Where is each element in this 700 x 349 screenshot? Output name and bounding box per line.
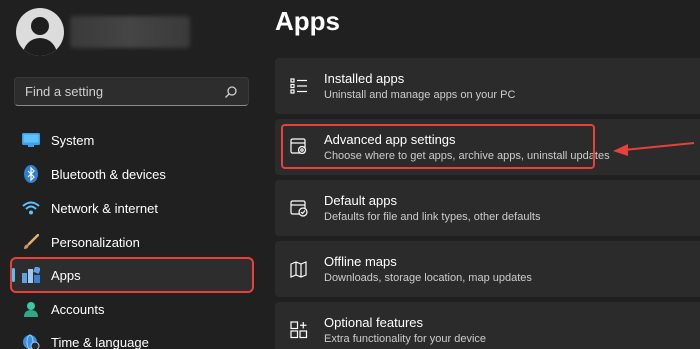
annotation-arrow-icon <box>613 142 695 156</box>
brush-icon <box>22 233 40 251</box>
card-text: Offline maps Downloads, storage location… <box>324 254 532 284</box>
sidebar-item-apps[interactable]: Apps <box>10 257 254 293</box>
sidebar-item-accounts[interactable]: Accounts <box>12 293 252 325</box>
card-text: Default apps Defaults for file and link … <box>324 193 540 223</box>
add-grid-icon <box>289 320 309 340</box>
annotation-highlight-box <box>281 124 595 169</box>
sidebar-item-label: Accounts <box>51 301 105 317</box>
default-apps-icon <box>289 198 309 218</box>
sidebar: System Bluetooth & devices Network & int… <box>0 0 262 349</box>
sidebar-item-label: Apps <box>51 267 81 283</box>
card-title: Default apps <box>324 193 397 208</box>
avatar-body-shape <box>23 38 57 56</box>
list-icon <box>289 76 309 96</box>
card-subtitle: Uninstall and manage apps on your PC <box>324 89 516 101</box>
map-icon <box>289 259 309 279</box>
card-text: Optional features Extra functionality fo… <box>324 315 486 345</box>
card-subtitle: Downloads, storage location, map updates <box>324 272 532 284</box>
search-input[interactable] <box>25 84 224 99</box>
sidebar-item-label: Network & internet <box>51 200 158 216</box>
card-subtitle: Extra functionality for your device <box>324 333 487 345</box>
card-optional-features[interactable]: Optional features Extra functionality fo… <box>275 302 700 349</box>
card-title: Offline maps <box>324 254 397 269</box>
card-offline-maps[interactable]: Offline maps Downloads, storage location… <box>275 241 700 297</box>
person-icon <box>22 300 40 318</box>
card-installed-apps[interactable]: Installed apps Uninstall and manage apps… <box>275 58 700 114</box>
sidebar-item-time-language[interactable]: Time & language <box>12 326 252 349</box>
card-title: Optional features <box>324 315 424 330</box>
sidebar-item-bluetooth-devices[interactable]: Bluetooth & devices <box>12 158 252 190</box>
search-icon[interactable] <box>224 85 238 99</box>
globe-clock-icon <box>22 333 40 349</box>
settings-window: System Bluetooth & devices Network & int… <box>0 0 700 349</box>
apps-icon <box>22 266 40 284</box>
sidebar-item-label: Time & language <box>51 334 149 349</box>
sidebar-item-label: Personalization <box>51 234 140 250</box>
wifi-icon <box>22 199 40 217</box>
search-box[interactable] <box>14 77 249 106</box>
sidebar-item-system[interactable]: System <box>12 124 252 156</box>
avatar-head-shape <box>31 17 49 35</box>
card-subtitle: Defaults for file and link types, other … <box>324 211 541 223</box>
page-title: Apps <box>275 6 340 36</box>
sidebar-item-network-internet[interactable]: Network & internet <box>12 192 252 224</box>
active-indicator <box>12 268 15 282</box>
avatar[interactable] <box>16 8 64 56</box>
card-title: Installed apps <box>324 71 405 86</box>
card-text: Installed apps Uninstall and manage apps… <box>324 71 515 101</box>
blurred-username <box>70 16 190 48</box>
bluetooth-icon <box>22 165 40 183</box>
sidebar-item-personalization[interactable]: Personalization <box>12 226 252 258</box>
card-default-apps[interactable]: Default apps Defaults for file and link … <box>275 180 700 236</box>
sidebar-item-label: Bluetooth & devices <box>51 166 166 182</box>
monitor-icon <box>22 131 40 149</box>
sidebar-item-label: System <box>51 132 95 148</box>
